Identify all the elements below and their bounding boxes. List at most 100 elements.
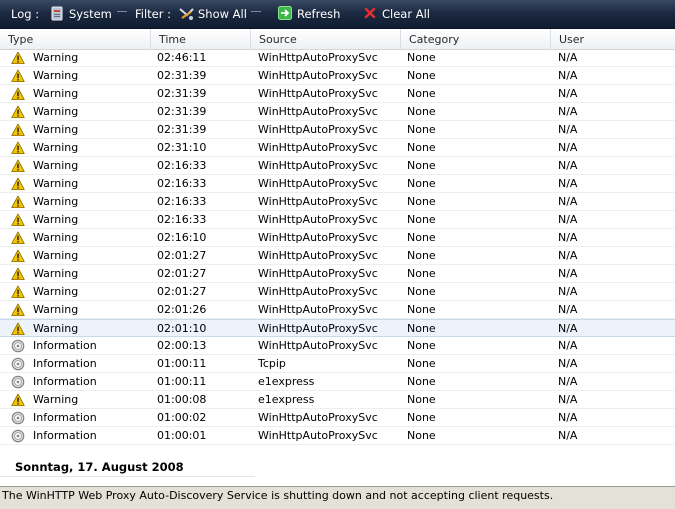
cell-user: N/A bbox=[558, 249, 578, 262]
table-row[interactable]: Warning 02:31:39 WinHttpAutoProxySvc None N/… bbox=[0, 121, 675, 139]
table-row[interactable]: Warning 02:01:27 WinHttpAutoProxySvc None N/… bbox=[0, 283, 675, 301]
table-row[interactable]: Warning 02:46:11 WinHttpAutoProxySvc None N/… bbox=[0, 49, 675, 67]
filter-value: Show All bbox=[198, 7, 247, 21]
table-row[interactable]: Warning 02:16:33 WinHttpAutoProxySvc None N/… bbox=[0, 211, 675, 229]
cell-category: None bbox=[407, 123, 436, 136]
table-row[interactable]: Warning 02:16:33 WinHttpAutoProxySvc None N/… bbox=[0, 193, 675, 211]
table-row[interactable]: Warning 02:01:27 WinHttpAutoProxySvc None N/… bbox=[0, 265, 675, 283]
cell-category: None bbox=[407, 393, 436, 406]
cell-category: None bbox=[407, 159, 436, 172]
cell-user: N/A bbox=[558, 159, 578, 172]
cell-source: WinHttpAutoProxySvc bbox=[258, 339, 378, 352]
table-row[interactable]: Information 02:00:13 WinHttpAutoProxySvc No… bbox=[0, 337, 675, 355]
cell-type: Warning bbox=[33, 177, 79, 190]
table-row[interactable]: Warning 02:16:33 WinHttpAutoProxySvc None N/… bbox=[0, 157, 675, 175]
refresh-label: Refresh bbox=[297, 7, 341, 21]
cell-category: None bbox=[407, 357, 436, 370]
cell-user: N/A bbox=[558, 177, 578, 190]
cell-user: N/A bbox=[558, 267, 578, 280]
status-message: The WinHTTP Web Proxy Auto-Discovery Ser… bbox=[2, 489, 554, 502]
log-value: System bbox=[69, 7, 112, 21]
cell-source: WinHttpAutoProxySvc bbox=[258, 411, 378, 424]
table-row[interactable]: Warning 02:16:10 WinHttpAutoProxySvc None N/… bbox=[0, 229, 675, 247]
filter-label: Filter : bbox=[135, 7, 172, 21]
cell-user: N/A bbox=[558, 69, 578, 82]
cell-type: Information bbox=[33, 411, 97, 424]
warning-icon bbox=[11, 231, 25, 244]
cell-category: None bbox=[407, 177, 436, 190]
cell-category: None bbox=[407, 303, 436, 316]
table-row[interactable]: Information 01:00:11 e1express None N/A bbox=[0, 373, 675, 391]
toolbar-separator bbox=[117, 11, 127, 12]
cell-user: N/A bbox=[558, 429, 578, 442]
table-row[interactable]: Warning 02:01:10 WinHttpAutoProxySvc None N/… bbox=[0, 319, 675, 337]
warning-icon bbox=[11, 267, 25, 280]
cell-user: N/A bbox=[558, 51, 578, 64]
column-header-time[interactable]: Time bbox=[151, 29, 251, 49]
table-row[interactable]: Warning 02:31:10 WinHttpAutoProxySvc None N/… bbox=[0, 139, 675, 157]
information-icon bbox=[11, 375, 25, 389]
table-row[interactable]: Information 01:00:11 Tcpip None N/A bbox=[0, 355, 675, 373]
cell-type: Warning bbox=[33, 141, 79, 154]
information-icon bbox=[11, 429, 25, 443]
cell-time: 02:46:11 bbox=[157, 51, 207, 64]
cell-category: None bbox=[407, 231, 436, 244]
cell-type: Information bbox=[33, 375, 97, 388]
column-header-source[interactable]: Source bbox=[251, 29, 401, 49]
cell-time: 02:31:10 bbox=[157, 141, 207, 154]
cell-type: Warning bbox=[33, 322, 79, 335]
cell-category: None bbox=[407, 411, 436, 424]
table-row[interactable]: Warning 02:31:39 WinHttpAutoProxySvc None N/… bbox=[0, 67, 675, 85]
cell-time: 02:31:39 bbox=[157, 87, 207, 100]
toolbar: Log : System Filter : Show All Refresh C… bbox=[0, 0, 675, 29]
information-icon bbox=[11, 411, 25, 425]
table-row[interactable]: Information 01:00:02 WinHttpAutoProxySvc No… bbox=[0, 409, 675, 427]
status-bar: The WinHTTP Web Proxy Auto-Discovery Ser… bbox=[0, 486, 675, 509]
cell-user: N/A bbox=[558, 195, 578, 208]
cell-source: WinHttpAutoProxySvc bbox=[258, 231, 378, 244]
toolbar-separator bbox=[251, 11, 261, 12]
table-row[interactable]: Warning 02:16:33 WinHttpAutoProxySvc None N/… bbox=[0, 175, 675, 193]
cell-category: None bbox=[407, 267, 436, 280]
cell-time: 02:01:27 bbox=[157, 249, 207, 262]
date-group-header: Sonntag, 17. August 2008 bbox=[15, 460, 184, 474]
table-row[interactable]: Warning 02:01:26 WinHttpAutoProxySvc None N/… bbox=[0, 301, 675, 319]
cell-time: 02:16:33 bbox=[157, 195, 207, 208]
cell-time: 02:01:10 bbox=[157, 322, 207, 335]
cell-source: WinHttpAutoProxySvc bbox=[258, 159, 378, 172]
cell-source: e1express bbox=[258, 393, 315, 406]
cell-source: WinHttpAutoProxySvc bbox=[258, 195, 378, 208]
cell-source: WinHttpAutoProxySvc bbox=[258, 141, 378, 154]
cell-source: WinHttpAutoProxySvc bbox=[258, 51, 378, 64]
cell-category: None bbox=[407, 322, 436, 335]
cell-type: Warning bbox=[33, 267, 79, 280]
warning-icon bbox=[11, 177, 25, 190]
cell-user: N/A bbox=[558, 322, 578, 335]
table-row[interactable]: Warning 02:31:39 WinHttpAutoProxySvc None N/… bbox=[0, 85, 675, 103]
cell-category: None bbox=[407, 69, 436, 82]
cell-time: 02:16:33 bbox=[157, 177, 207, 190]
table-row[interactable]: Information 01:00:01 WinHttpAutoProxySvc No… bbox=[0, 427, 675, 445]
cell-type: Warning bbox=[33, 249, 79, 262]
cell-user: N/A bbox=[558, 393, 578, 406]
cell-category: None bbox=[407, 339, 436, 352]
column-header-user[interactable]: User bbox=[551, 29, 675, 49]
cell-user: N/A bbox=[558, 357, 578, 370]
cell-source: WinHttpAutoProxySvc bbox=[258, 322, 378, 335]
warning-icon bbox=[11, 249, 25, 262]
warning-icon bbox=[11, 105, 25, 118]
column-header-category[interactable]: Category bbox=[401, 29, 551, 49]
warning-icon bbox=[11, 141, 25, 154]
cell-type: Warning bbox=[33, 213, 79, 226]
table-row[interactable]: Warning 02:31:39 WinHttpAutoProxySvc None N/… bbox=[0, 103, 675, 121]
table-row[interactable]: Warning 01:00:08 e1express None N/A bbox=[0, 391, 675, 409]
cell-type: Warning bbox=[33, 231, 79, 244]
warning-icon bbox=[11, 51, 25, 64]
event-list: Warning 02:46:11 WinHttpAutoProxySvc None N/… bbox=[0, 49, 675, 445]
cell-category: None bbox=[407, 285, 436, 298]
information-icon bbox=[11, 339, 25, 353]
cell-type: Warning bbox=[33, 195, 79, 208]
cell-category: None bbox=[407, 87, 436, 100]
table-row[interactable]: Warning 02:01:27 WinHttpAutoProxySvc None N/… bbox=[0, 247, 675, 265]
column-header-type[interactable]: Type bbox=[0, 29, 151, 49]
